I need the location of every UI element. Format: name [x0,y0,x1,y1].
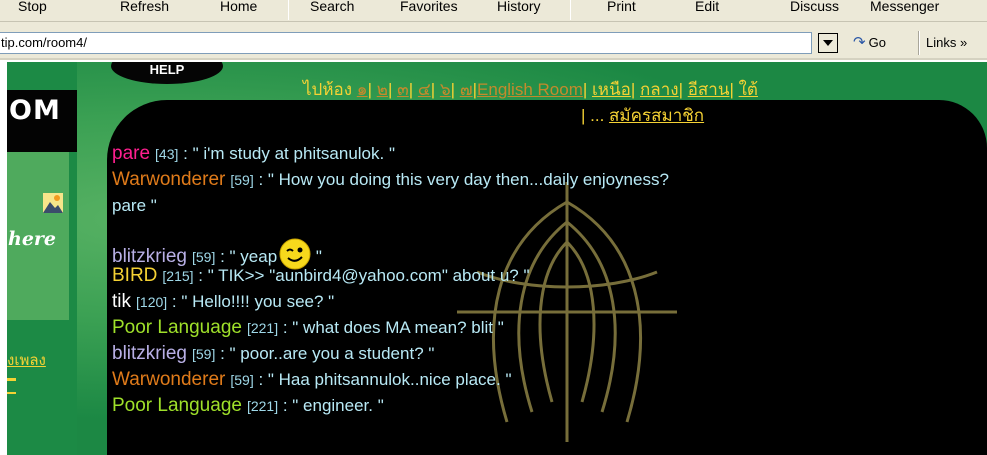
discuss-button[interactable]: Discuss [790,0,839,14]
chat-text: : " engineer. " [278,396,384,415]
chat-username[interactable]: Poor Language [112,395,242,416]
chat-text: : " Haa phitsannulok..nice place. " [253,370,512,389]
favorites-button[interactable]: Favorites [400,0,458,14]
chevron-right-icon: » [959,35,968,50]
chat-username[interactable]: tik [112,291,131,312]
picture-icon[interactable] [43,193,63,213]
chat-message: blitzkrieg [59] : " poor..are you a stud… [112,342,434,365]
here-link[interactable]: here [8,228,56,250]
chat-username[interactable]: Warwonderer [112,169,225,190]
chat-message: Warwonderer [59] : " How you doing this … [112,168,669,191]
chat-user-age: [59] [230,172,254,188]
chat-text: : " How you doing this very day then...d… [253,170,669,189]
goto-room-label: ไปห้อง [303,80,353,99]
chat-user-age: [59] [192,346,216,362]
chat-text: : " TIK>> "aunbird4@yahoo.com" about u? … [193,266,530,285]
north-region-link[interactable]: เหนือ [592,80,631,99]
links-label: Links [926,35,957,50]
edit-button[interactable]: Edit [695,0,719,14]
nav-separator: | [582,80,592,99]
chat-message: tik [120] : " Hello!!!! you see? " [112,290,334,313]
chat-message: Poor Language [221] : " what does MA mea… [112,316,504,339]
chat-username[interactable]: blitzkrieg [112,343,187,364]
links-button[interactable]: Links » [926,32,967,54]
sidebar-decoration [7,378,16,381]
toolbar-separator [570,0,571,20]
chat-user-age: [59] [192,249,216,265]
room-navigation: ไปห้อง ๑| ๒| ๓| ๔| ๖| ๗|English Room| เห… [303,76,987,103]
chat-message: BIRD [215] : " TIK>> "aunbird4@yahoo.com… [112,264,530,287]
chat-user-age: [43] [155,146,179,162]
nav-separator: | [729,80,739,99]
toolbar-separator [288,0,289,20]
watermark-emblem-icon [457,182,677,442]
chat-username[interactable]: Poor Language [112,317,242,338]
nav-separator: | [450,80,460,99]
room-link-2[interactable]: ๒ [377,80,388,99]
chat-message: pare [43] : " i'm study at phitsanulok. … [112,142,395,165]
room-link-4[interactable]: ๔ [418,80,431,99]
nav-separator: | [408,80,418,99]
northeast-region-link[interactable]: อีสาน [688,80,730,99]
ellipsis-text: ... [590,106,605,125]
chat-text: : " i'm study at phitsanulok. " [178,144,395,163]
web-page: OM here งเพลง HELP ไปห้อง ๑| ๒| ๓| ๔| ๖| [7,62,987,455]
room-link-3[interactable]: ๓ [397,80,409,99]
go-label: Go [868,35,886,50]
sidebar-decoration [7,392,16,394]
chat-user-age: [215] [162,268,194,284]
chat-text: : " what does MA mean? blit " [278,318,504,337]
search-button[interactable]: Search [310,0,354,14]
chat-text: pare " [112,196,157,215]
chat-user-age: [221] [246,320,279,336]
central-region-link[interactable]: กลาง [640,80,679,99]
url-dropdown-button[interactable] [818,33,838,53]
nav-separator: | [430,80,440,99]
english-room-link[interactable]: English Room [477,80,583,99]
nav-separator: | [678,80,688,99]
messenger-button[interactable]: Messenger [870,0,939,14]
print-button[interactable]: Print [607,0,636,14]
site-logo-text: OM [9,95,61,126]
room-link-6[interactable]: ๖ [440,80,451,99]
browser-toolbar: Stop Refresh Home Search Favorites Histo… [0,0,987,22]
go-button[interactable]: ↷ Go [853,32,886,54]
chat-text: : " poor..are you a student? " [215,344,435,363]
register-row: | ... สมัครสมาชิก [581,102,704,129]
chat-text: : " Hello!!!! you see? " [167,292,335,311]
links-separator [918,31,920,55]
room-link-7[interactable]: ๗ [460,80,473,99]
chat-message-continued: pare " [112,194,157,217]
go-arrow-icon: ↷ [853,34,866,51]
address-bar: tip.com/room4/ ↷ Go Links » [0,22,987,60]
nav-separator: | [387,80,398,99]
song-request-link[interactable]: งเพลง [7,348,46,372]
nav-separator: | [367,80,377,99]
chat-message: Warwonderer [59] : " Haa phitsannulok..n… [112,368,512,391]
chat-message: Poor Language [221] : " engineer. " [112,394,384,417]
nav-separator: | [581,106,591,125]
stop-button[interactable]: Stop [18,0,47,14]
chat-user-age: [59] [230,372,254,388]
refresh-button[interactable]: Refresh [120,0,169,14]
room-link-1[interactable]: ๑ [357,80,368,99]
home-button[interactable]: Home [220,0,257,14]
history-button[interactable]: History [497,0,541,14]
chat-user-age: [221] [246,398,279,414]
south-region-link[interactable]: ใต้ [739,80,758,99]
register-link[interactable]: สมัครสมาชิก [609,106,704,125]
chat-username[interactable]: BIRD [112,265,157,286]
chat-user-age: [120] [136,294,168,310]
url-field[interactable]: tip.com/room4/ [0,32,812,54]
chat-username[interactable]: Warwonderer [112,369,225,390]
chat-username[interactable]: pare [112,143,150,164]
nav-separator: | [630,80,640,99]
